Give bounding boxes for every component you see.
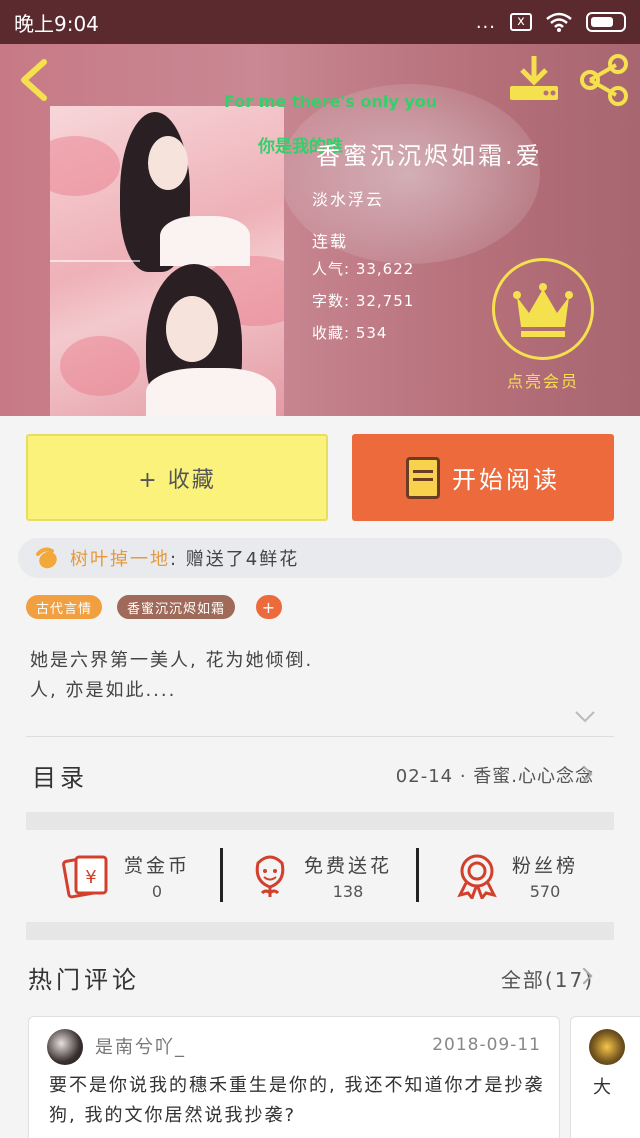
crown-icon	[513, 283, 573, 337]
free-flower-button[interactable]: 免费送花 138	[250, 846, 392, 906]
add-favorite-label: + 收藏	[138, 467, 216, 493]
start-reading-button[interactable]: 开始阅读	[352, 434, 614, 521]
book-cover-image[interactable]	[50, 106, 284, 416]
perk-value: 138	[332, 882, 364, 901]
comment-card[interactable]: 大	[570, 1016, 640, 1138]
divider	[26, 736, 614, 737]
lyric-overlay: For me there's only you	[224, 92, 438, 111]
comment-username[interactable]: 是南兮吖_	[95, 1033, 186, 1059]
back-button[interactable]	[16, 58, 56, 102]
avatar[interactable]	[47, 1029, 83, 1065]
medal-icon	[457, 854, 497, 899]
perk-label: 粉丝榜	[512, 855, 579, 877]
start-reading-label: 开始阅读	[452, 466, 560, 494]
avatar[interactable]	[589, 1029, 625, 1065]
tag-series[interactable]: 香蜜沉沉烬如霜	[117, 595, 236, 619]
vip-label[interactable]: 点亮会员	[490, 368, 596, 392]
book-author[interactable]: 淡水浮云	[312, 186, 384, 210]
gift-sender: 树叶掉一地	[70, 549, 170, 570]
add-tag-button[interactable]: +	[256, 595, 282, 619]
book-icon	[406, 456, 440, 499]
comment-body: 大	[593, 1077, 611, 1098]
book-synopsis[interactable]: 她是六界第一美人, 花为她倾倒. 人, 亦是如此....	[30, 646, 610, 706]
perk-label: 赏金币	[124, 855, 191, 877]
chevron-down-icon[interactable]	[574, 708, 596, 726]
synopsis-line: 人, 亦是如此....	[30, 680, 177, 701]
toc-label[interactable]: 目录	[32, 758, 88, 793]
section-gap	[26, 812, 614, 830]
tag-genre[interactable]: 古代言情	[26, 595, 103, 619]
latest-chapter[interactable]: 02-14 · 香蜜.心心念念	[396, 762, 594, 788]
popularity-stat: 人气: 33,622	[312, 260, 415, 278]
comment-date: 2018-09-11	[432, 1035, 541, 1055]
perk-value: 0	[151, 882, 163, 901]
perk-separator	[220, 848, 223, 902]
comment-card[interactable]: 是南兮吖_ 2018-09-11 要不是你说我的穗禾重生是你的, 我还不知道你才…	[28, 1016, 560, 1138]
red-envelope-icon: ¥	[62, 855, 108, 899]
book-status: 连载	[312, 232, 349, 251]
svg-text:¥: ¥	[85, 867, 96, 888]
word-count-stat: 字数: 32,751	[312, 292, 415, 310]
section-gap	[26, 922, 614, 940]
comment-body: 要不是你说我的穗禾重生是你的, 我还不知道你才是抄袭狗, 我的文你居然说我抄袭?	[49, 1075, 545, 1126]
hot-comments-title: 热门评论	[28, 966, 140, 994]
synopsis-line: 她是六界第一美人, 花为她倾倒.	[30, 650, 314, 671]
flower-icon	[255, 855, 285, 897]
download-icon[interactable]	[508, 54, 560, 102]
chevron-left-icon	[21, 59, 47, 101]
fan-ranking-button[interactable]: 粉丝榜 570	[456, 846, 578, 906]
battery-icon	[586, 12, 626, 32]
favorites-stat: 收藏: 534	[312, 324, 388, 342]
wifi-icon	[546, 12, 572, 32]
share-icon[interactable]	[578, 54, 630, 106]
tip-coins-button[interactable]: ¥ 赏金币 0	[62, 846, 190, 906]
perk-value: 570	[529, 882, 561, 901]
book-header: For me there's only you 你是我的唯 香蜜沉沉烬如霜.爱 …	[0, 44, 640, 416]
gift-ticker[interactable]: 树叶掉一地 : 赠送了4鲜花	[18, 538, 622, 578]
perk-separator	[416, 848, 419, 902]
sim-card-icon: x	[510, 13, 532, 31]
vip-button[interactable]	[492, 258, 594, 360]
status-bar: 晚上9:04 ... x	[0, 0, 640, 44]
status-time: 晚上9:04	[14, 11, 99, 36]
add-favorite-button[interactable]: + 收藏	[26, 434, 328, 521]
more-dots-icon: ...	[475, 11, 496, 33]
acorn-icon	[36, 547, 57, 569]
gift-message: : 赠送了4鲜花	[170, 549, 300, 570]
perk-label: 免费送花	[304, 855, 393, 877]
book-title: 香蜜沉沉烬如霜.爱	[316, 142, 543, 170]
